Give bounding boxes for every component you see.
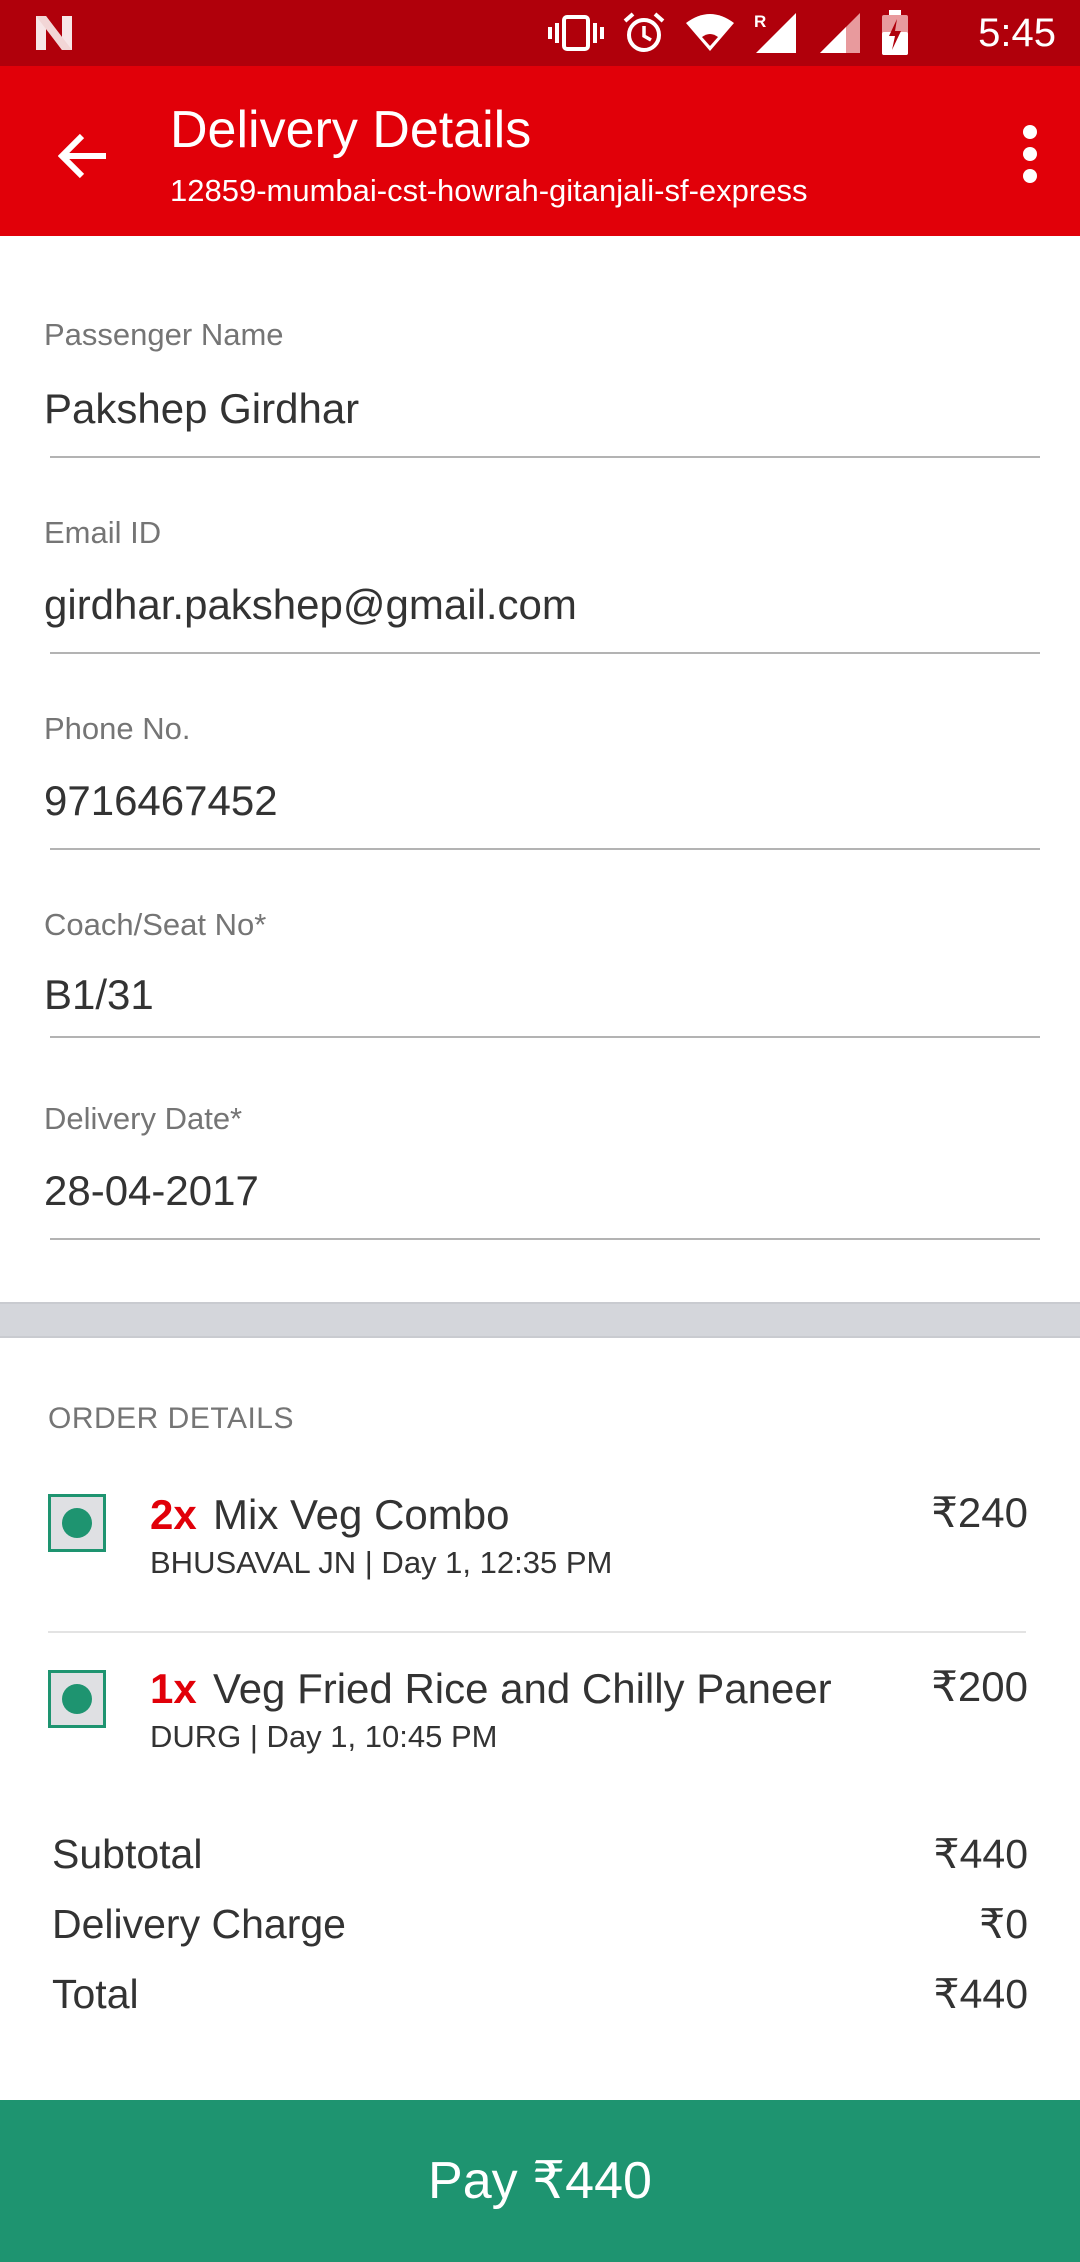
field-underline xyxy=(50,1036,1040,1038)
delivery-date-input[interactable]: 28-04-2017 xyxy=(44,1166,259,1216)
status-bar: R 5:45 xyxy=(0,0,1080,66)
page-subtitle: 12859-mumbai-cst-howrah-gitanjali-sf-exp… xyxy=(170,173,808,208)
coach-seat-field[interactable]: Coach/Seat No* B1/31 xyxy=(44,906,1040,1042)
order-item: 2x Mix Veg Combo BHUSAVAL JN | Day 1, 12… xyxy=(0,1489,1080,1630)
field-underline xyxy=(50,652,1040,654)
order-item: 1x Veg Fried Rice and Chilly Paneer DURG… xyxy=(0,1663,1080,1804)
signal-icon xyxy=(818,11,862,55)
page-title: Delivery Details xyxy=(170,101,532,159)
veg-indicator-icon xyxy=(48,1670,106,1728)
item-divider xyxy=(48,1631,1026,1633)
subtotal-label: Subtotal xyxy=(52,1831,203,1877)
total-value: ₹440 xyxy=(933,1971,1029,2017)
coach-seat-label: Coach/Seat No* xyxy=(44,907,267,942)
delivery-date-label: Delivery Date* xyxy=(44,1101,243,1136)
delivery-charge-label: Delivery Charge xyxy=(52,1901,346,1947)
item-station-time: DURG | Day 1, 10:45 PM xyxy=(150,1719,498,1754)
alarm-icon xyxy=(622,11,666,55)
total-row: Total ₹440 xyxy=(52,1966,1028,2022)
subtotal-row: Subtotal ₹440 xyxy=(52,1826,1028,1882)
field-underline xyxy=(50,1238,1040,1240)
arrow-left-icon xyxy=(57,132,110,185)
item-price: ₹240 xyxy=(931,1489,1028,1536)
passenger-name-input[interactable]: Pakshep Girdhar xyxy=(44,384,359,434)
delivery-date-field[interactable]: Delivery Date* 28-04-2017 xyxy=(44,1100,1040,1246)
field-underline xyxy=(50,456,1040,458)
subtotal-value: ₹440 xyxy=(933,1831,1029,1877)
signal-roaming-icon: R xyxy=(754,11,800,55)
order-details-heading: ORDER DETAILS xyxy=(48,1402,294,1435)
phone-label: Phone No. xyxy=(44,711,191,746)
email-label: Email ID xyxy=(44,515,162,550)
status-time: 5:45 xyxy=(978,11,1056,55)
vibrate-icon xyxy=(548,13,604,53)
item-price: ₹200 xyxy=(931,1663,1028,1710)
item-quantity: 2x xyxy=(150,1491,197,1538)
passenger-name-label: Passenger Name xyxy=(44,317,284,352)
more-vert-icon xyxy=(1022,124,1038,189)
veg-indicator-icon xyxy=(48,1494,106,1552)
item-name: Mix Veg Combo xyxy=(213,1491,510,1538)
app-bar: Delivery Details 12859-mumbai-cst-howrah… xyxy=(0,66,1080,236)
phone-field[interactable]: Phone No. 9716467452 xyxy=(44,710,1040,856)
total-label: Total xyxy=(52,1971,139,2017)
svg-text:R: R xyxy=(754,12,766,31)
overflow-menu-button[interactable] xyxy=(1000,116,1060,196)
wifi-icon xyxy=(684,13,736,53)
delivery-charge-value: ₹0 xyxy=(979,1901,1028,1947)
email-input[interactable]: girdhar.pakshep@gmail.com xyxy=(44,580,577,630)
delivery-charge-row: Delivery Charge ₹0 xyxy=(52,1896,1028,1952)
battery-charging-icon xyxy=(880,10,910,56)
back-button[interactable] xyxy=(44,118,124,198)
pay-button-label: Pay ₹440 xyxy=(428,2152,652,2210)
item-station-time: BHUSAVAL JN | Day 1, 12:35 PM xyxy=(150,1545,613,1580)
email-field[interactable]: Email ID girdhar.pakshep@gmail.com xyxy=(44,514,1040,660)
coach-seat-input[interactable]: B1/31 xyxy=(44,970,154,1020)
passenger-name-field[interactable]: Passenger Name Pakshep Girdhar xyxy=(44,316,1040,462)
notification-n-icon xyxy=(32,12,76,54)
item-name: Veg Fried Rice and Chilly Paneer xyxy=(213,1665,832,1712)
pay-button[interactable]: Pay ₹440 xyxy=(0,2100,1080,2262)
section-divider xyxy=(0,1302,1080,1338)
item-quantity: 1x xyxy=(150,1665,197,1712)
phone-input[interactable]: 9716467452 xyxy=(44,776,278,826)
field-underline xyxy=(50,848,1040,850)
